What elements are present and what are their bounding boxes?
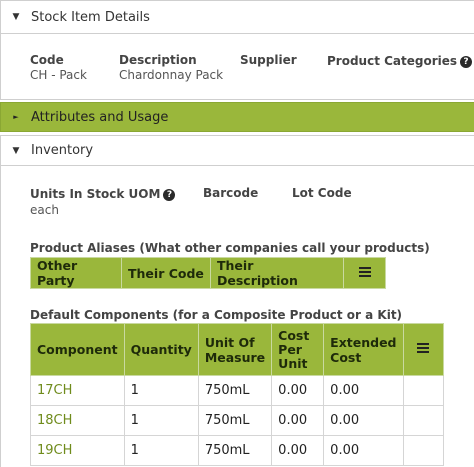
caret-down-icon: ▼ [12,145,20,156]
section-title: Attributes and Usage [31,109,169,125]
lot-code-label: Lot Code [292,186,352,200]
column-header-cost-per-unit[interactable]: Cost Per Unit [271,323,325,376]
section-header-inventory[interactable]: ▼ Inventory [0,135,474,166]
description-label: Description [119,53,197,67]
column-header-quantity[interactable]: Quantity [123,323,199,376]
column-header-component[interactable]: Component [30,323,125,376]
table-row[interactable]: 18CH 1 750mL 0.00 0.00 [30,405,444,436]
product-aliases-heading: Product Aliases (What other companies ca… [30,241,430,255]
section-header-stock-item-details[interactable]: ▼ Stock Item Details [0,0,474,34]
header-line: Measure [204,349,266,365]
product-categories-label: Product Categories? [327,54,473,68]
supplier-label: Supplier [240,53,297,67]
table-row[interactable]: 19CH 1 750mL 0.00 0.00 [30,435,444,466]
caret-down-icon: ▼ [12,12,20,22]
units-in-stock-uom-label: Units In Stock UOM? [30,187,176,201]
header-line: Extended [330,334,397,350]
column-header-extended-cost[interactable]: Extended Cost [323,323,404,376]
component-link[interactable]: 17CH [30,375,125,406]
default-components-heading: Default Components (for a Composite Prod… [30,308,403,322]
uom-cell[interactable]: 750mL [197,405,273,436]
uom-cell[interactable]: 750mL [197,375,273,406]
table-header-row: Other Party Their Code Their Description [30,257,386,289]
quantity-cell[interactable]: 1 [123,375,199,406]
units-in-stock-uom-value: each [30,203,59,217]
header-line: Per [278,341,302,357]
header-line: Unit [278,355,308,371]
uom-cell[interactable]: 750mL [197,435,273,466]
barcode-label: Barcode [203,186,259,200]
table-row[interactable]: 17CH 1 750mL 0.00 0.00 [30,375,444,406]
row-action-cell [402,405,444,436]
header-line: Unit Of [204,334,255,350]
cost-per-unit-cell[interactable]: 0.00 [271,405,325,436]
extended-cost-cell: 0.00 [323,405,404,436]
inventory-panel-border [0,166,1,467]
hamburger-menu-icon [417,341,429,355]
table-header-row: Component Quantity Unit Of Measure Cost … [30,323,444,376]
units-in-stock-uom-text: Units In Stock UOM [30,187,161,201]
column-header-other-party[interactable]: Other Party [30,257,122,289]
column-header-their-description[interactable]: Their Description [210,257,344,289]
component-link[interactable]: 18CH [30,405,125,436]
default-components-table: Component Quantity Unit Of Measure Cost … [30,323,444,466]
caret-right-icon: ► [13,113,19,121]
cost-per-unit-cell[interactable]: 0.00 [271,435,325,466]
quantity-cell[interactable]: 1 [123,405,199,436]
product-categories-text: Product Categories [327,54,458,68]
component-link[interactable]: 19CH [30,435,125,466]
section-header-attributes-and-usage[interactable]: ► Attributes and Usage [0,102,474,132]
column-header-unit-of-measure[interactable]: Unit Of Measure [197,323,273,376]
hamburger-menu-icon [358,265,371,279]
help-icon[interactable]: ? [163,189,176,201]
cost-per-unit-cell[interactable]: 0.00 [271,375,325,406]
column-header-their-code[interactable]: Their Code [121,257,211,289]
header-line: Cost [278,327,310,343]
row-action-cell [402,375,444,406]
product-aliases-table: Other Party Their Code Their Description [30,257,386,289]
description-value: Chardonnay Pack [119,68,224,82]
quantity-cell[interactable]: 1 [123,435,199,466]
help-icon[interactable]: ? [460,56,473,68]
code-value: CH - Pack [30,68,87,82]
code-label: Code [30,53,64,67]
section-title: Stock Item Details [31,9,150,25]
extended-cost-cell: 0.00 [323,435,404,466]
row-action-cell [402,435,444,466]
column-menu-button[interactable] [343,257,386,289]
extended-cost-cell: 0.00 [323,375,404,406]
header-line: Cost [330,349,362,365]
section-title: Inventory [31,143,94,158]
column-menu-button[interactable] [402,323,444,376]
